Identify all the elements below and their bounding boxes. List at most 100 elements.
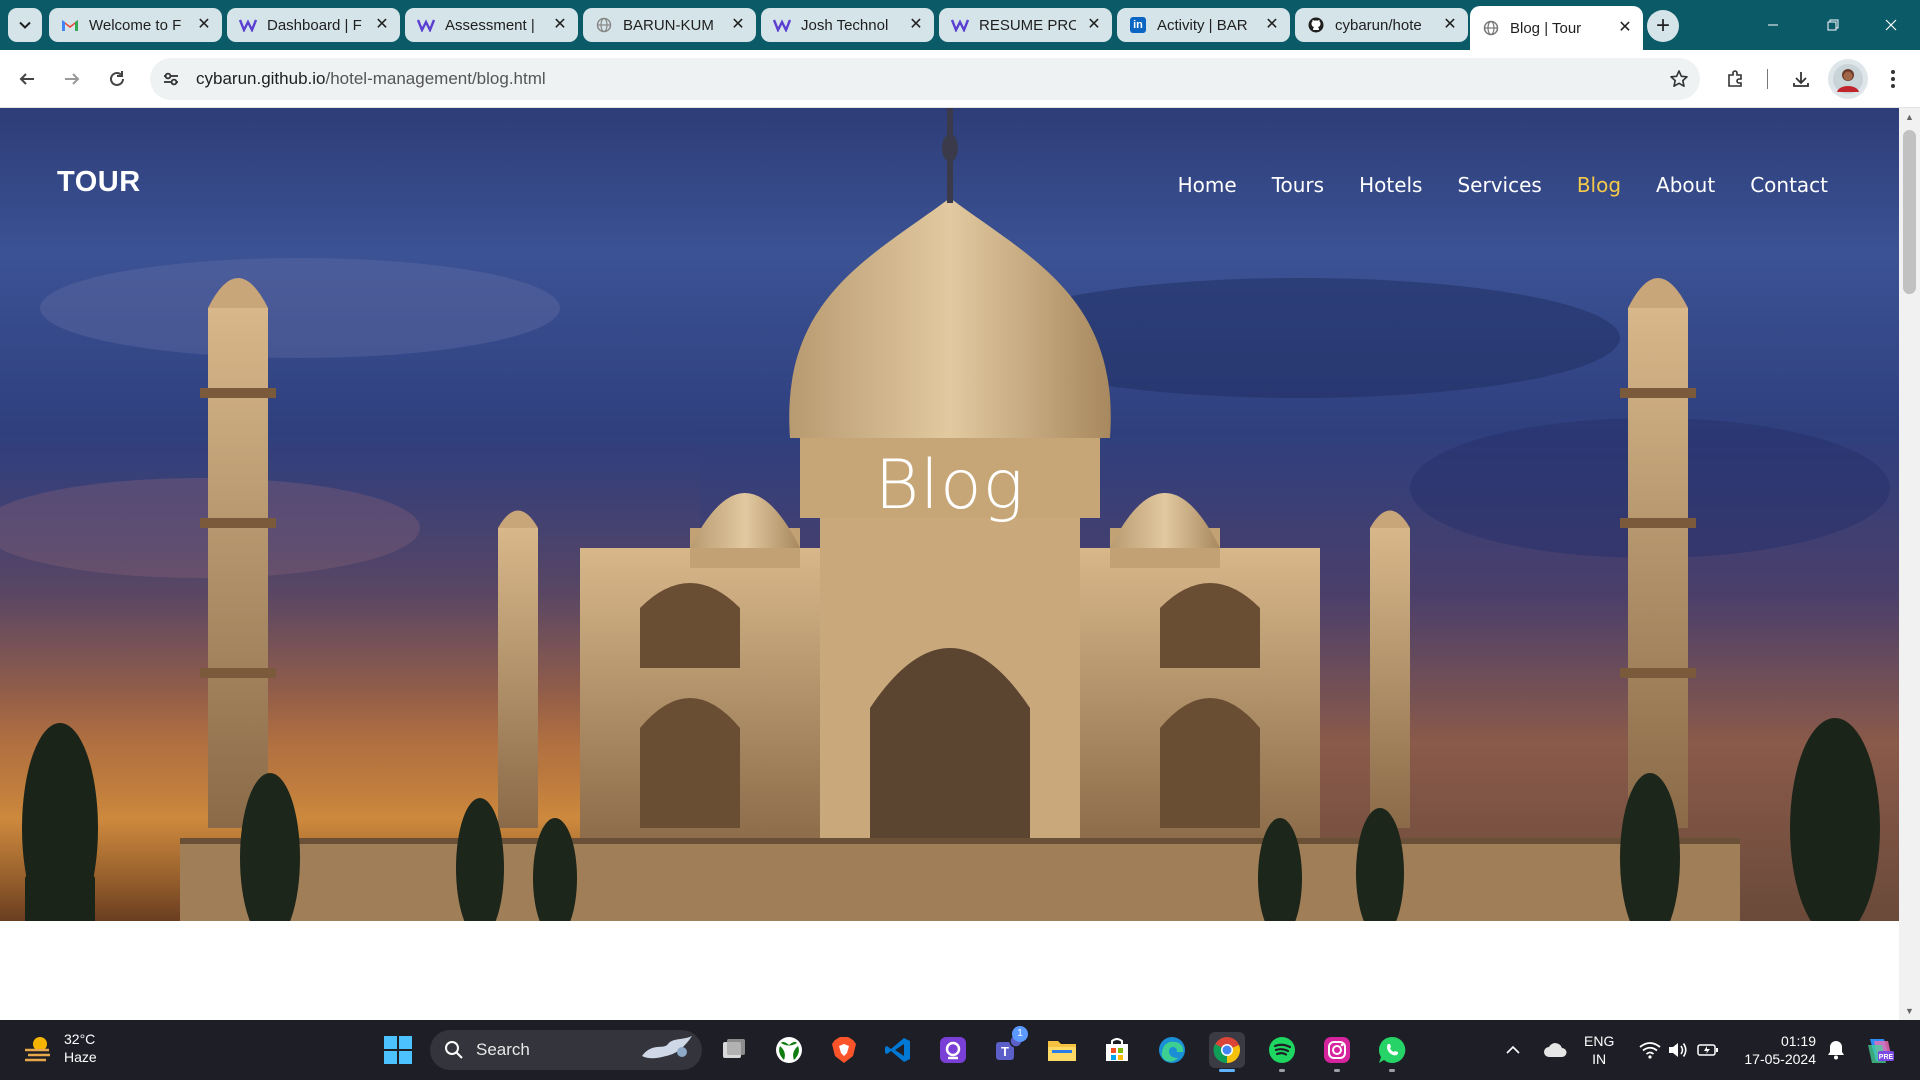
tab-barun-kumar[interactable]: BARUN-KUM ✕ xyxy=(583,8,756,42)
nav-link-about[interactable]: About xyxy=(1656,173,1715,197)
minimize-button[interactable] xyxy=(1750,0,1796,50)
app-icon xyxy=(940,1037,966,1063)
tab-title: Dashboard | F xyxy=(267,16,362,34)
tab-github[interactable]: cybarun/hote ✕ xyxy=(1295,8,1468,42)
back-button[interactable] xyxy=(10,62,44,96)
whatsapp-icon xyxy=(1378,1036,1406,1063)
hero-section: TOUR Home Tours Hotels Services Blog Abo… xyxy=(0,108,1899,921)
taskbar-vscode[interactable] xyxy=(880,1032,916,1068)
close-icon[interactable]: ✕ xyxy=(1086,17,1102,33)
spotify-icon xyxy=(1269,1037,1295,1063)
tab-assessment[interactable]: Assessment | ✕ xyxy=(405,8,578,42)
site-logo[interactable]: TOUR xyxy=(57,166,141,199)
show-hidden-icons-button[interactable] xyxy=(1500,1020,1526,1080)
windows-taskbar: 32°C Haze Search T 1 ENG IN 01:19 17-05-… xyxy=(0,1020,1920,1080)
taskbar-app[interactable] xyxy=(935,1032,971,1068)
taskbar-file-explorer[interactable] xyxy=(1044,1032,1080,1068)
nav-link-services[interactable]: Services xyxy=(1457,173,1541,197)
taskbar-teams[interactable]: T 1 xyxy=(990,1026,1028,1068)
site-info-button[interactable] xyxy=(154,62,188,96)
tab-title: Welcome to F xyxy=(89,16,182,34)
svg-text:PRE: PRE xyxy=(1879,1054,1894,1061)
tab-josh-technology[interactable]: Josh Technol ✕ xyxy=(761,8,934,42)
wellfound-icon xyxy=(951,16,969,34)
copilot-button[interactable]: PRE xyxy=(1860,1020,1900,1080)
taskbar-search[interactable]: Search xyxy=(430,1030,702,1070)
chevron-down-icon xyxy=(19,21,31,29)
close-icon[interactable]: ✕ xyxy=(1617,20,1633,36)
tab-resume[interactable]: RESUME PRO ✕ xyxy=(939,8,1112,42)
close-icon[interactable]: ✕ xyxy=(1442,17,1458,33)
arrow-right-icon xyxy=(65,73,80,85)
close-icon[interactable]: ✕ xyxy=(1264,17,1280,33)
nav-link-blog[interactable]: Blog xyxy=(1577,173,1621,197)
page-viewport: TOUR Home Tours Hotels Services Blog Abo… xyxy=(0,108,1920,1020)
taskbar-chrome[interactable] xyxy=(1209,1032,1245,1072)
chrome-icon xyxy=(1213,1037,1240,1064)
forward-button[interactable] xyxy=(55,62,89,96)
scrollbar-thumb[interactable] xyxy=(1903,130,1916,294)
search-label: Search xyxy=(476,1040,530,1059)
wifi-icon xyxy=(1639,1042,1661,1059)
nav-link-home[interactable]: Home xyxy=(1178,173,1237,197)
close-window-button[interactable] xyxy=(1868,0,1914,50)
notifications-button[interactable] xyxy=(1822,1020,1850,1080)
scroll-down-icon[interactable]: ▼ xyxy=(1899,1002,1920,1020)
close-icon[interactable]: ✕ xyxy=(196,17,212,33)
restore-button[interactable] xyxy=(1810,0,1856,50)
close-icon[interactable]: ✕ xyxy=(908,17,924,33)
nav-link-hotels[interactable]: Hotels xyxy=(1359,173,1422,197)
weather-widget[interactable]: 32°C Haze xyxy=(22,1030,97,1066)
battery-button[interactable] xyxy=(1694,1020,1722,1080)
bookmark-button[interactable] xyxy=(1666,66,1692,92)
taskbar-instagram[interactable] xyxy=(1319,1032,1355,1072)
search-highlight-icon xyxy=(642,1036,692,1059)
more-vert-icon xyxy=(1891,70,1895,88)
reload-button[interactable] xyxy=(100,62,134,96)
new-tab-button[interactable]: + xyxy=(1647,10,1679,42)
brave-icon xyxy=(832,1037,856,1063)
extensions-button[interactable] xyxy=(1718,62,1752,96)
site-navbar: TOUR Home Tours Hotels Services Blog Abo… xyxy=(0,108,1899,258)
nav-link-contact[interactable]: Contact xyxy=(1750,173,1828,197)
tab-blog-tour[interactable]: Blog | Tour ✕ xyxy=(1470,6,1643,50)
taskbar-xbox[interactable] xyxy=(771,1032,807,1068)
nav-link-tours[interactable]: Tours xyxy=(1272,173,1324,197)
instagram-icon xyxy=(1324,1037,1350,1063)
restore-icon xyxy=(1827,19,1839,31)
downloads-button[interactable] xyxy=(1784,62,1818,96)
taskbar-brave[interactable] xyxy=(826,1032,862,1068)
running-indicator xyxy=(1389,1069,1395,1072)
network-button[interactable] xyxy=(1636,1020,1664,1080)
onedrive-button[interactable] xyxy=(1540,1020,1570,1080)
windows-start-icon[interactable] xyxy=(383,1035,413,1065)
address-bar[interactable]: cybarun.github.io/hotel-management/blog.… xyxy=(150,58,1700,100)
weather-description: Haze xyxy=(64,1049,97,1065)
clock-time: 01:19 xyxy=(1780,1033,1816,1049)
taskbar-spotify[interactable] xyxy=(1264,1032,1300,1072)
taskbar-task-view[interactable] xyxy=(716,1032,752,1068)
page-scrollbar[interactable]: ▲ ▼ xyxy=(1899,108,1920,1020)
close-icon[interactable]: ✕ xyxy=(552,17,568,33)
running-indicator xyxy=(1279,1069,1285,1072)
taskbar-microsoft-store[interactable] xyxy=(1099,1032,1135,1068)
tab-gmail[interactable]: Welcome to F ✕ xyxy=(49,8,222,42)
taskbar-edge[interactable] xyxy=(1154,1032,1190,1068)
tab-search-button[interactable] xyxy=(8,8,42,42)
input-language[interactable]: ENG IN xyxy=(1584,1032,1614,1068)
microsoft-store-icon xyxy=(1106,1038,1128,1061)
volume-button[interactable] xyxy=(1664,1020,1692,1080)
scroll-up-icon[interactable]: ▲ xyxy=(1899,108,1920,126)
weather-temperature: 32°C xyxy=(64,1031,96,1047)
chrome-menu-button[interactable] xyxy=(1876,62,1910,96)
cloud-icon xyxy=(1544,1043,1567,1057)
close-icon[interactable]: ✕ xyxy=(374,17,390,33)
tab-dashboard[interactable]: Dashboard | F ✕ xyxy=(227,8,400,42)
profile-avatar[interactable] xyxy=(1828,59,1868,99)
taskbar-whatsapp[interactable] xyxy=(1374,1032,1410,1072)
system-clock[interactable]: 01:19 17-05-2024 xyxy=(1736,1032,1816,1068)
tab-linkedin-activity[interactable]: in Activity | BAR ✕ xyxy=(1117,8,1290,42)
tab-title: Josh Technol xyxy=(801,16,889,34)
close-icon[interactable]: ✕ xyxy=(730,17,746,33)
copilot-icon: PRE xyxy=(1868,1039,1894,1063)
